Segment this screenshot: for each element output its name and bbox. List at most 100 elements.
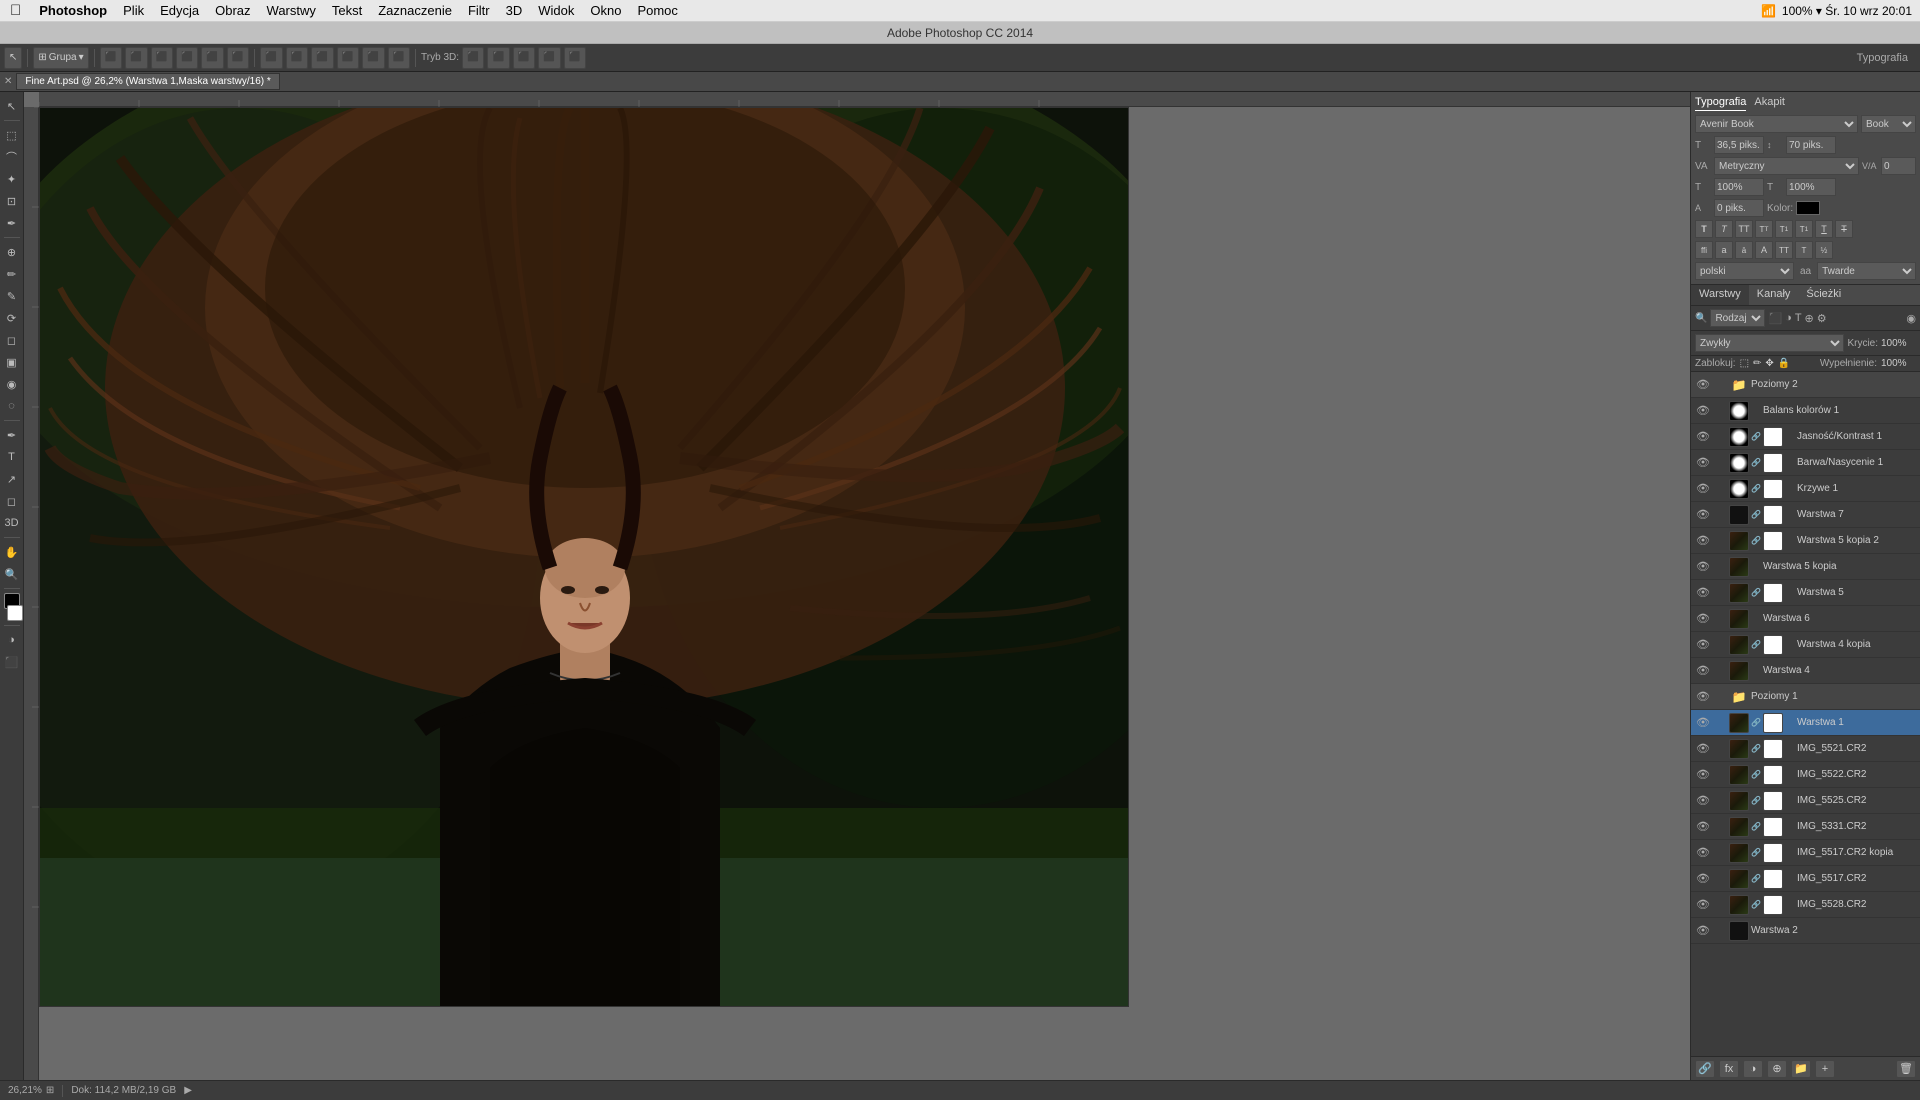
marquee-tool[interactable]: ⬚ xyxy=(2,125,22,145)
menu-plik[interactable]: Plik xyxy=(115,3,152,18)
tab-typografia[interactable]: Typografia xyxy=(1695,96,1746,111)
zoom-tool[interactable]: 🔍 xyxy=(2,564,22,584)
new-group-btn[interactable]: 📁 xyxy=(1791,1060,1811,1078)
layer-visibility-toggle[interactable]: 👁 xyxy=(1695,819,1711,835)
3d-mode2[interactable]: ⬛ xyxy=(487,47,509,69)
align-center[interactable]: ⬛ xyxy=(125,47,147,69)
language-select[interactable]: polski xyxy=(1695,262,1794,280)
layer-visibility-toggle[interactable]: 👁 xyxy=(1695,871,1711,887)
layer-visibility-toggle[interactable]: 👁 xyxy=(1695,403,1711,419)
layer-item[interactable]: 👁🔗IMG_5517.CR2 kopia xyxy=(1691,840,1920,866)
layer-visibility-toggle[interactable]: 👁 xyxy=(1695,767,1711,783)
layer-item[interactable]: 👁🔗Warstwa 1 xyxy=(1691,710,1920,736)
align-middle[interactable]: ⬛ xyxy=(201,47,223,69)
clone-tool[interactable]: ✎ xyxy=(2,286,22,306)
document-tab[interactable]: Fine Art.psd @ 26,2% (Warstwa 1,Maska wa… xyxy=(16,73,279,90)
blend-select[interactable]: Zwykły xyxy=(1695,334,1844,352)
layer-item[interactable]: 👁Balans kolorów 1 xyxy=(1691,398,1920,424)
quick-select-tool[interactable]: ✦ xyxy=(2,169,22,189)
align-right[interactable]: ⬛ xyxy=(151,47,173,69)
layer-visibility-toggle[interactable]: 👁 xyxy=(1695,689,1711,705)
layer-item[interactable]: 👁Warstwa 5 kopia xyxy=(1691,554,1920,580)
hand-tool[interactable]: ✋ xyxy=(2,542,22,562)
layer-item[interactable]: 👁📁Poziomy 2 xyxy=(1691,372,1920,398)
alt-ligature-btn[interactable]: a xyxy=(1715,241,1733,259)
superscript-btn[interactable]: T1 xyxy=(1775,220,1793,238)
pen-tool[interactable]: ✒ xyxy=(2,425,22,445)
layer-item[interactable]: 👁🔗IMG_5525.CR2 xyxy=(1691,788,1920,814)
layer-visibility-toggle[interactable]: 👁 xyxy=(1695,585,1711,601)
type-tool[interactable]: T xyxy=(2,447,22,467)
background-color[interactable] xyxy=(7,605,23,621)
horiz-scale-input[interactable] xyxy=(1786,178,1836,196)
layer-visibility-toggle[interactable]: 👁 xyxy=(1695,533,1711,549)
opacity-value[interactable]: 100% xyxy=(1881,338,1916,349)
oldstyle-btn[interactable]: A xyxy=(1755,241,1773,259)
swash-btn[interactable]: T xyxy=(1795,241,1813,259)
screen-mode[interactable]: ⬛ xyxy=(2,652,22,672)
eyedropper-tool[interactable]: ✒ xyxy=(2,213,22,233)
layer-visibility-toggle[interactable]: 👁 xyxy=(1695,923,1711,939)
lasso-tool[interactable]: ⌒ xyxy=(2,147,22,167)
fractions-btn[interactable]: ½ xyxy=(1815,241,1833,259)
layer-item[interactable]: 👁📁Poziomy 1 xyxy=(1691,684,1920,710)
color-swatch[interactable] xyxy=(1796,201,1820,215)
zoom-icon[interactable]: ⊞ xyxy=(46,1085,54,1096)
layer-visibility-toggle[interactable]: 👁 xyxy=(1695,741,1711,757)
layer-visibility-toggle[interactable]: 👁 xyxy=(1695,611,1711,627)
fill-value[interactable]: 100% xyxy=(1881,358,1916,369)
distribute4[interactable]: ⬛ xyxy=(337,47,359,69)
font-size-input[interactable] xyxy=(1714,136,1764,154)
smallcaps-btn[interactable]: TT xyxy=(1755,220,1773,238)
menu-warstwy[interactable]: Warstwy xyxy=(259,3,324,18)
layer-visibility-toggle[interactable]: 👁 xyxy=(1695,429,1711,445)
filter-icon1[interactable]: ⬛ xyxy=(1768,312,1782,325)
layer-visibility-toggle[interactable]: 👁 xyxy=(1695,559,1711,575)
filter-icon3[interactable]: T xyxy=(1795,312,1802,324)
layer-item[interactable]: 👁🔗IMG_5521.CR2 xyxy=(1691,736,1920,762)
delete-layer-btn[interactable]: 🗑 xyxy=(1896,1060,1916,1078)
menu-widok[interactable]: Widok xyxy=(530,3,582,18)
layer-item[interactable]: 👁Warstwa 6 xyxy=(1691,606,1920,632)
filter-icon5[interactable]: ⚙ xyxy=(1817,312,1827,325)
layer-visibility-toggle[interactable]: 👁 xyxy=(1695,507,1711,523)
crop-tool[interactable]: ⊡ xyxy=(2,191,22,211)
allcaps-btn[interactable]: TT xyxy=(1735,220,1753,238)
lock-move[interactable]: ✥ xyxy=(1765,358,1773,369)
align-left[interactable]: ⬛ xyxy=(100,47,122,69)
layer-visibility-toggle[interactable]: 👁 xyxy=(1695,481,1711,497)
aa-select[interactable]: Twarde xyxy=(1817,262,1916,280)
layer-visibility-toggle[interactable]: 👁 xyxy=(1695,897,1711,913)
filter-icon2[interactable]: ◑ xyxy=(1785,312,1792,324)
kerning-select[interactable]: Metryczny xyxy=(1714,157,1859,175)
healing-tool[interactable]: ⊕ xyxy=(2,242,22,262)
ordinals-btn[interactable]: TT xyxy=(1775,241,1793,259)
layer-item[interactable]: 👁🔗Krzywe 1 xyxy=(1691,476,1920,502)
group-selector[interactable]: ⊞ Grupa ▾ xyxy=(33,47,88,69)
layer-item[interactable]: 👁🔗Barwa/Nasycenie 1 xyxy=(1691,450,1920,476)
gradient-tool[interactable]: ▣ xyxy=(2,352,22,372)
add-style-btn[interactable]: fx xyxy=(1719,1060,1739,1078)
layer-visibility-toggle[interactable]: 👁 xyxy=(1695,377,1711,393)
font-style-select[interactable]: Book xyxy=(1861,115,1916,133)
layer-item[interactable]: 👁🔗IMG_5522.CR2 xyxy=(1691,762,1920,788)
3d-mode3[interactable]: ⬛ xyxy=(513,47,535,69)
3d-tool[interactable]: 3D xyxy=(2,513,22,533)
leading-input[interactable] xyxy=(1786,136,1836,154)
menu-okno[interactable]: Okno xyxy=(582,3,629,18)
layer-item[interactable]: 👁🔗Warstwa 5 kopia 2 xyxy=(1691,528,1920,554)
menu-3d[interactable]: 3D xyxy=(498,3,531,18)
layers-tab[interactable]: Warstwy xyxy=(1691,285,1749,305)
italic-btn[interactable]: T xyxy=(1715,220,1733,238)
menu-obraz[interactable]: Obraz xyxy=(207,3,258,18)
distribute2[interactable]: ⬛ xyxy=(286,47,308,69)
menu-edycja[interactable]: Edycja xyxy=(152,3,207,18)
quick-mask[interactable]: ◑ xyxy=(2,630,22,650)
lock-transparent[interactable]: ⬚ xyxy=(1740,358,1749,369)
layer-item[interactable]: 👁🔗IMG_5528.CR2 xyxy=(1691,892,1920,918)
underline-btn[interactable]: T xyxy=(1815,220,1833,238)
tab-akapit[interactable]: Akapit xyxy=(1754,96,1785,111)
layer-item[interactable]: 👁Warstwa 4 xyxy=(1691,658,1920,684)
move-tool-btn[interactable]: ↖ xyxy=(2,96,22,116)
3d-mode1[interactable]: ⬛ xyxy=(462,47,484,69)
